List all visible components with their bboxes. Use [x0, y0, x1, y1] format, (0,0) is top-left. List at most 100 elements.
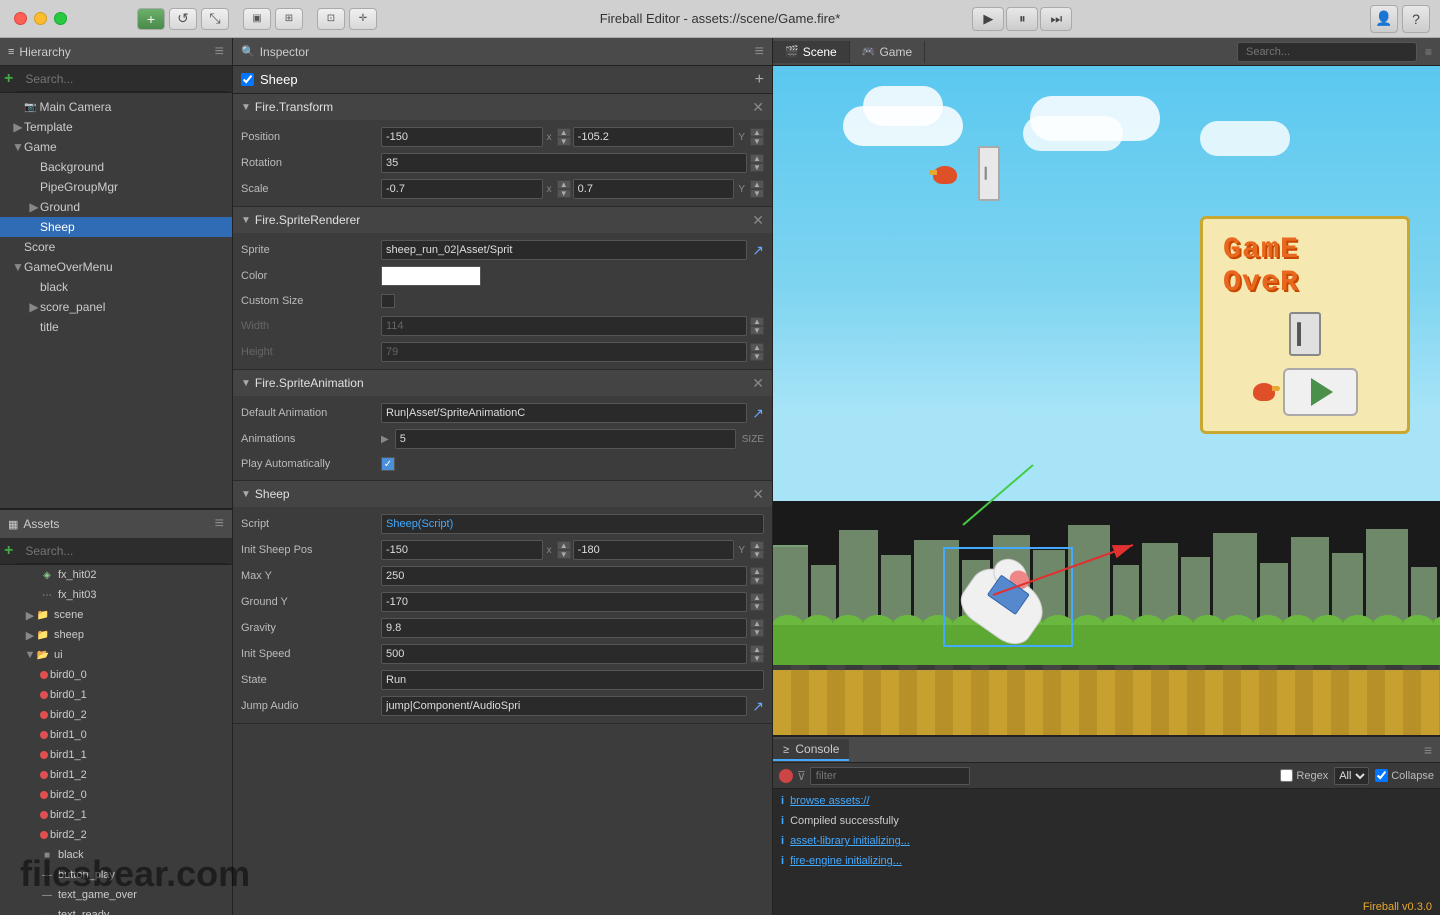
user-button[interactable]: 👤 — [1370, 5, 1398, 33]
mode-button-1[interactable]: ⊡ — [317, 8, 345, 30]
asset-item-ui-folder[interactable]: ▼ 📂 ui — [0, 645, 232, 665]
height-stepper[interactable]: ▲ ▼ — [750, 343, 764, 361]
init-sheep-pos-x-input[interactable] — [381, 540, 543, 560]
hierarchy-item-background[interactable]: Background — [0, 157, 232, 177]
hierarchy-item-gameovermenu[interactable]: ▼ GameOverMenu — [0, 257, 232, 277]
console-menu-icon[interactable]: ≡ — [1424, 742, 1432, 758]
rotation-stepper[interactable]: ▲ ▼ — [750, 154, 764, 172]
console-filter-icon[interactable]: ⊽ — [797, 769, 806, 783]
hierarchy-item-score[interactable]: Score — [0, 237, 232, 257]
inspector-menu-icon[interactable]: ≡ — [755, 43, 764, 61]
stepper-up[interactable]: ▲ — [750, 317, 764, 326]
position-y-input[interactable] — [573, 127, 735, 147]
ground-y-stepper[interactable]: ▲ ▼ — [750, 593, 764, 611]
stepper-down[interactable]: ▼ — [557, 189, 571, 198]
spriterenderer-component-header[interactable]: ▼ Fire.SpriteRenderer ✕ — [233, 207, 772, 233]
asset-item-text-game-over[interactable]: — text_game_over — [0, 885, 232, 905]
scale-x-stepper[interactable]: ▲ ▼ — [557, 180, 571, 198]
stepper-up[interactable]: ▲ — [750, 128, 764, 137]
stepper-down[interactable]: ▼ — [750, 628, 764, 637]
animations-count-input[interactable] — [395, 429, 736, 449]
color-picker[interactable] — [381, 266, 481, 286]
asset-item-fx-hit02[interactable]: ◈ fx_hit02 — [0, 565, 232, 585]
mode-button-2[interactable]: ✛ — [349, 8, 377, 30]
stepper-up[interactable]: ▲ — [750, 593, 764, 602]
asset-item-text-ready[interactable]: — text_ready — [0, 905, 232, 915]
stepper-down[interactable]: ▼ — [750, 352, 764, 361]
hierarchy-item-ground[interactable]: ▶ Ground — [0, 197, 232, 217]
play-automatically-checkbox[interactable]: ✓ — [381, 457, 395, 471]
hierarchy-add-button[interactable]: + — [4, 70, 13, 88]
assets-menu-icon[interactable]: ≡ — [215, 515, 224, 533]
asset-item-bird22[interactable]: bird2_2 — [0, 825, 232, 845]
transform-component-header[interactable]: ▼ Fire.Transform ✕ — [233, 94, 772, 120]
console-link-4[interactable]: fire-engine initializing... — [790, 855, 902, 867]
sheep-component-header[interactable]: ▼ Sheep ✕ — [233, 481, 772, 507]
stepper-up[interactable]: ▲ — [750, 619, 764, 628]
regex-checkbox[interactable] — [1280, 769, 1293, 782]
max-y-input[interactable] — [381, 566, 747, 586]
stepper-down[interactable]: ▼ — [557, 137, 571, 146]
asset-item-bird10[interactable]: bird1_0 — [0, 725, 232, 745]
gravity-input[interactable] — [381, 618, 747, 638]
animation-link-icon[interactable]: ↗ — [752, 405, 764, 422]
state-select[interactable]: Run Jump Dead — [381, 670, 764, 690]
log-level-select[interactable]: All — [1334, 767, 1369, 785]
init-pos-y-stepper[interactable]: ▲ ▼ — [750, 541, 764, 559]
hierarchy-item-main-camera[interactable]: 📷 Main Camera — [0, 97, 232, 117]
hierarchy-search-input[interactable] — [17, 66, 228, 92]
scale-x-input[interactable] — [381, 179, 543, 199]
rotation-input[interactable] — [381, 153, 747, 173]
stepper-up[interactable]: ▲ — [750, 541, 764, 550]
hierarchy-item-score-panel[interactable]: ▶ score_panel — [0, 297, 232, 317]
stepper-down[interactable]: ▼ — [557, 550, 571, 559]
pause-button[interactable]: ⏸ — [1006, 7, 1038, 31]
gravity-stepper[interactable]: ▲ ▼ — [750, 619, 764, 637]
init-sheep-pos-y-input[interactable] — [573, 540, 735, 560]
default-animation-input[interactable] — [381, 403, 747, 423]
play-button[interactable]: ▶ — [972, 7, 1004, 31]
script-input[interactable] — [381, 514, 764, 534]
animations-expand-arrow[interactable]: ▶ — [381, 434, 389, 445]
console-filter-input[interactable] — [810, 767, 970, 785]
step-button[interactable]: ⏭ — [1040, 7, 1072, 31]
stepper-up[interactable]: ▲ — [750, 567, 764, 576]
spriteanimation-component-header[interactable]: ▼ Fire.SpriteAnimation ✕ — [233, 370, 772, 396]
custom-size-checkbox[interactable] — [381, 294, 395, 308]
console-clear-button[interactable] — [779, 769, 793, 783]
object-active-checkbox[interactable] — [241, 73, 254, 86]
help-button[interactable]: ? — [1402, 5, 1430, 33]
undo-button[interactable]: ↺ — [169, 8, 197, 30]
stepper-down[interactable]: ▼ — [750, 550, 764, 559]
init-speed-stepper[interactable]: ▲ ▼ — [750, 645, 764, 663]
assets-search-input[interactable] — [17, 538, 228, 564]
stepper-down[interactable]: ▼ — [750, 326, 764, 335]
scene-search-input[interactable] — [1237, 42, 1417, 62]
stepper-up[interactable]: ▲ — [750, 645, 764, 654]
jump-audio-link-icon[interactable]: ↗ — [752, 698, 764, 715]
asset-item-bird21[interactable]: bird2_1 — [0, 805, 232, 825]
inspector-add-component-button[interactable]: + — [755, 71, 764, 89]
stepper-up[interactable]: ▲ — [750, 180, 764, 189]
scene-tab[interactable]: 🎬 Scene — [773, 41, 850, 63]
assets-add-button[interactable]: + — [4, 542, 13, 560]
layout-button-1[interactable]: ▣ — [243, 8, 271, 30]
sprite-link-icon[interactable]: ↗ — [752, 242, 764, 259]
init-speed-input[interactable] — [381, 644, 747, 664]
layout-button-2[interactable]: ⊞ — [275, 8, 303, 30]
init-pos-x-stepper[interactable]: ▲ ▼ — [557, 541, 571, 559]
hierarchy-menu-icon[interactable]: ≡ — [215, 43, 224, 61]
stepper-up[interactable]: ▲ — [750, 343, 764, 352]
stepper-down[interactable]: ▼ — [750, 576, 764, 585]
collapse-checkbox-label[interactable]: Collapse — [1375, 769, 1434, 782]
asset-item-button-play[interactable]: — button_play — [0, 865, 232, 885]
component-close-button[interactable]: ✕ — [752, 212, 764, 229]
hierarchy-item-black[interactable]: black — [0, 277, 232, 297]
scale-y-stepper[interactable]: ▲ ▼ — [750, 180, 764, 198]
asset-item-black[interactable]: ■ black — [0, 845, 232, 865]
scene-viewport[interactable]: ▎ — [773, 66, 1440, 735]
asset-item-bird11[interactable]: bird1_1 — [0, 745, 232, 765]
stepper-down[interactable]: ▼ — [750, 137, 764, 146]
component-close-button[interactable]: ✕ — [752, 375, 764, 392]
asset-item-bird01[interactable]: bird0_1 — [0, 685, 232, 705]
